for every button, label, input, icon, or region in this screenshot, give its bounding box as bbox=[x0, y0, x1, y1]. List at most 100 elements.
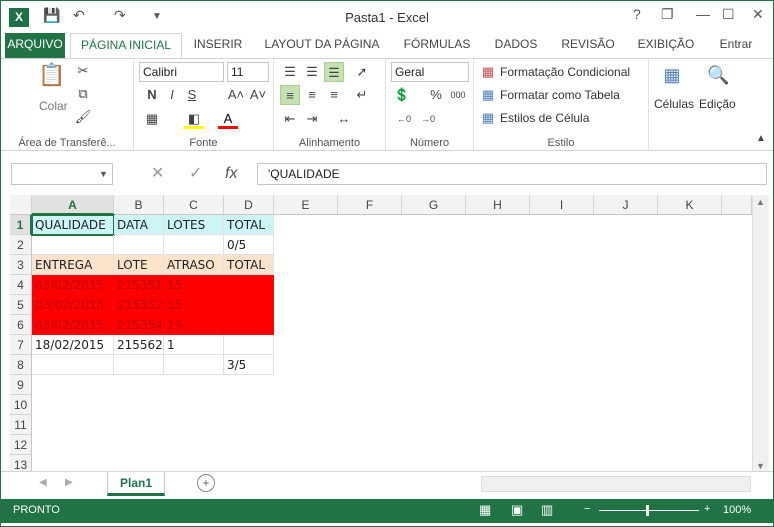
cell[interactable]: 15 bbox=[164, 295, 224, 315]
cell[interactable] bbox=[114, 355, 164, 375]
horizontal-scrollbar[interactable] bbox=[481, 476, 751, 492]
cell[interactable]: 03/02/2015 bbox=[32, 275, 114, 295]
cell[interactable] bbox=[32, 235, 114, 255]
cell[interactable]: 0/5 bbox=[224, 235, 274, 255]
row-header[interactable]: 4 bbox=[10, 275, 32, 295]
paste-label[interactable]: Colar bbox=[39, 99, 68, 113]
name-box[interactable] bbox=[11, 163, 113, 185]
cell[interactable]: LOTES bbox=[164, 215, 224, 235]
increase-decimal-icon[interactable]: ←0 bbox=[394, 109, 414, 129]
copy-icon[interactable]: ⧉ bbox=[73, 84, 93, 104]
column-header[interactable]: I bbox=[530, 195, 594, 215]
align-top-icon[interactable]: ☰ bbox=[280, 62, 300, 82]
row-header[interactable]: 8 bbox=[10, 355, 32, 375]
tab-home[interactable]: PÁGINA INICIAL bbox=[70, 33, 182, 59]
page-layout-view-icon[interactable]: ▣ bbox=[511, 502, 523, 518]
grow-font-button[interactable]: A˄ bbox=[226, 85, 246, 105]
next-sheet-icon[interactable]: ▶ bbox=[65, 477, 73, 488]
comma-style-button[interactable]: 000 bbox=[448, 85, 468, 105]
cut-icon[interactable]: ✂ bbox=[73, 61, 93, 81]
tab-insert[interactable]: INSERIR bbox=[187, 33, 249, 58]
cell[interactable]: 215352 bbox=[114, 295, 164, 315]
editing-icon[interactable]: 🔍 bbox=[707, 65, 729, 85]
column-header[interactable]: K bbox=[658, 195, 722, 215]
formula-input[interactable]: 'QUALIDADE bbox=[257, 163, 767, 185]
zoom-in-icon[interactable]: + bbox=[704, 503, 710, 515]
cell[interactable]: 215351 bbox=[114, 275, 164, 295]
select-all-corner[interactable] bbox=[10, 195, 32, 215]
cell[interactable]: TOTAL bbox=[224, 255, 274, 275]
sheet-tab-plan1[interactable]: Plan1 bbox=[107, 472, 165, 496]
format-table-button[interactable]: Formatar como Tabela bbox=[500, 88, 620, 102]
wrap-text-icon[interactable]: ↵ bbox=[352, 85, 372, 105]
row-header[interactable]: 1 bbox=[10, 215, 32, 235]
prev-sheet-icon[interactable]: ◀ bbox=[39, 477, 47, 488]
column-header[interactable]: A bbox=[32, 195, 114, 215]
cell[interactable]: ENTREGA bbox=[32, 255, 114, 275]
close-button[interactable]: ✕ bbox=[752, 6, 764, 23]
row-header[interactable]: 5 bbox=[10, 295, 32, 315]
align-center-icon[interactable]: ≡ bbox=[302, 85, 322, 105]
cell[interactable] bbox=[224, 275, 274, 295]
cell[interactable]: 215562 bbox=[114, 335, 164, 355]
cell[interactable] bbox=[224, 335, 274, 355]
decrease-indent-icon[interactable]: ⇤ bbox=[280, 109, 300, 129]
cell[interactable]: QUALIDADE bbox=[31, 214, 115, 236]
increase-indent-icon[interactable]: ⇥ bbox=[302, 109, 322, 129]
column-header[interactable]: J bbox=[594, 195, 658, 215]
help-button[interactable]: ? bbox=[633, 6, 641, 22]
cell[interactable]: ATRASO bbox=[164, 255, 224, 275]
cell[interactable] bbox=[114, 235, 164, 255]
align-right-icon[interactable]: ≡ bbox=[324, 85, 344, 105]
column-header[interactable]: G bbox=[402, 195, 466, 215]
column-header[interactable]: B bbox=[114, 195, 164, 215]
row-header[interactable]: 12 bbox=[10, 435, 32, 455]
cell[interactable] bbox=[32, 355, 114, 375]
tab-view[interactable]: EXIBIÇÃO bbox=[631, 33, 701, 58]
conditional-format-button[interactable]: Formatação Condicional bbox=[500, 65, 630, 79]
column-header[interactable]: F bbox=[338, 195, 402, 215]
cells-icon[interactable]: ▦ bbox=[662, 65, 682, 85]
cell[interactable]: 03/02/2015 bbox=[32, 315, 114, 335]
align-left-icon[interactable]: ≡ bbox=[280, 85, 300, 105]
column-header[interactable]: C bbox=[164, 195, 224, 215]
row-header[interactable]: 7 bbox=[10, 335, 32, 355]
merge-center-icon[interactable]: ↔ bbox=[334, 109, 354, 129]
column-header[interactable]: H bbox=[466, 195, 530, 215]
zoom-slider[interactable] bbox=[599, 510, 699, 511]
new-sheet-icon[interactable]: + bbox=[197, 474, 215, 492]
maximize-button[interactable]: ☐ bbox=[722, 6, 735, 23]
italic-button[interactable]: I bbox=[162, 85, 182, 105]
editing-button[interactable]: Edição bbox=[699, 97, 736, 111]
tab-data[interactable]: DADOS bbox=[487, 33, 545, 58]
cell[interactable] bbox=[164, 355, 224, 375]
orientation-icon[interactable]: ➚ bbox=[352, 62, 372, 82]
cell[interactable]: 19 bbox=[164, 315, 224, 335]
name-box-dropdown-icon[interactable]: ▼ bbox=[99, 163, 108, 185]
zoom-level[interactable]: 100% bbox=[723, 504, 751, 516]
font-color-icon[interactable]: A bbox=[218, 109, 238, 129]
row-header[interactable]: 11 bbox=[10, 415, 32, 435]
normal-view-icon[interactable]: ▦ bbox=[479, 502, 491, 518]
row-header[interactable]: 6 bbox=[10, 315, 32, 335]
cell[interactable]: LOTE bbox=[114, 255, 164, 275]
insert-function-button[interactable]: fx bbox=[225, 163, 237, 185]
cells-button[interactable]: Células bbox=[654, 97, 694, 111]
cell[interactable]: DATA bbox=[114, 215, 164, 235]
number-format-select[interactable]: Geral bbox=[391, 62, 469, 82]
cell[interactable]: 18/02/2015 bbox=[32, 335, 114, 355]
tab-page-layout[interactable]: LAYOUT DA PÁGINA bbox=[259, 33, 385, 58]
cell[interactable] bbox=[224, 315, 274, 335]
vertical-scrollbar[interactable]: ▲ ▼ bbox=[752, 195, 769, 473]
decrease-decimal-icon[interactable]: →0 bbox=[418, 109, 438, 129]
enter-icon[interactable]: ✓ bbox=[189, 163, 202, 185]
row-header[interactable]: 2 bbox=[10, 235, 32, 255]
shrink-font-button[interactable]: A˅ bbox=[248, 85, 268, 105]
scroll-up-icon[interactable]: ▲ bbox=[756, 197, 765, 207]
cell[interactable]: 15 bbox=[164, 275, 224, 295]
collapse-ribbon-icon[interactable]: ▲ bbox=[751, 129, 771, 149]
cell[interactable]: 3/5 bbox=[224, 355, 274, 375]
tab-formulas[interactable]: FÓRMULAS bbox=[397, 33, 477, 58]
conditional-format-icon[interactable]: ▦ bbox=[478, 62, 498, 82]
cell-styles-icon[interactable]: ▦ bbox=[478, 108, 498, 128]
